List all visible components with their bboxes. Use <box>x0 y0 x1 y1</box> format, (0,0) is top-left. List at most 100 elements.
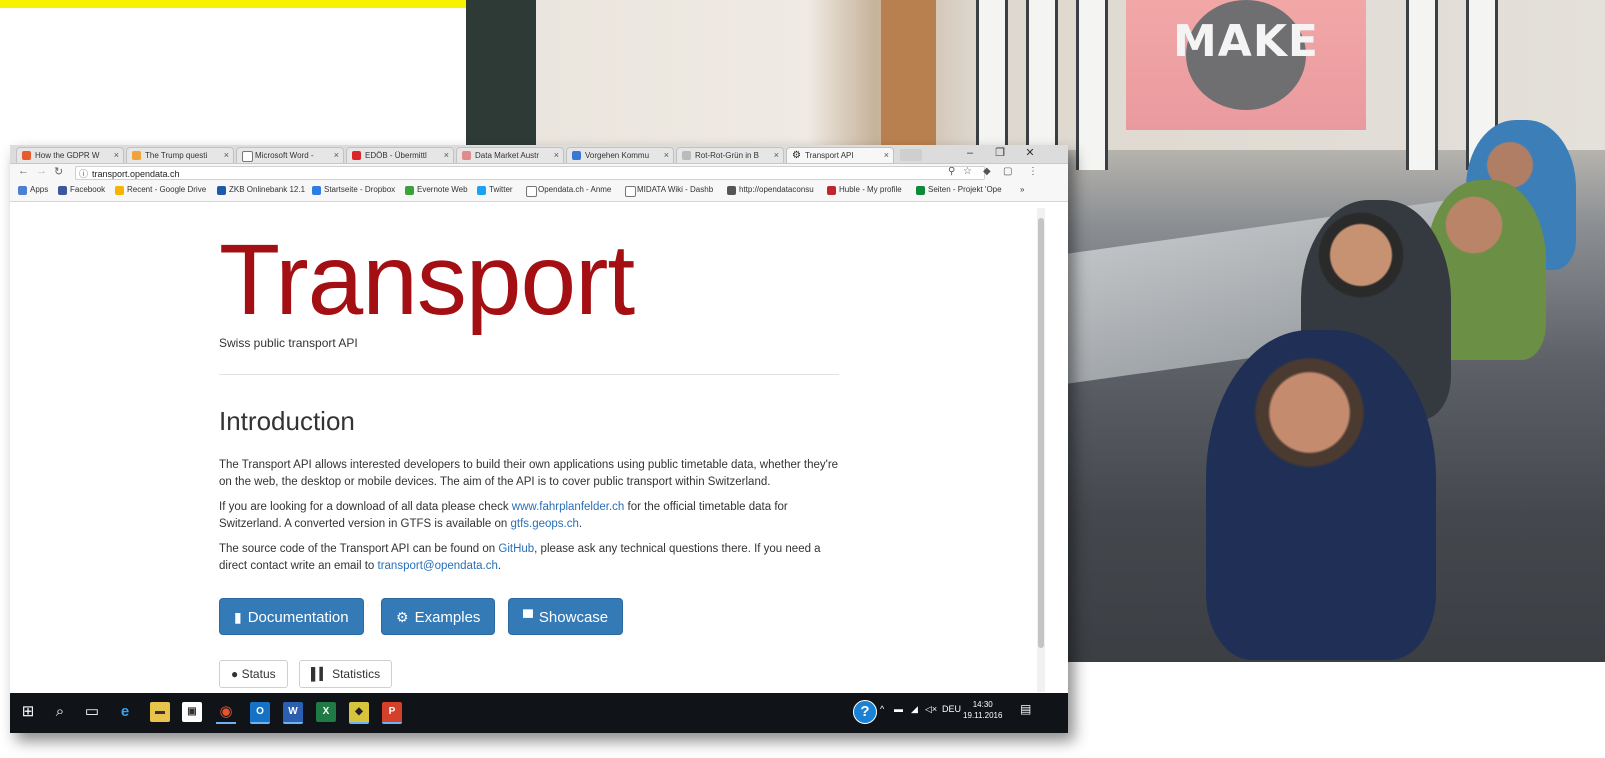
cast-icon[interactable]: ▢ <box>1003 166 1012 177</box>
address-bar[interactable]: ⓘ transport.opendata.ch <box>75 166 985 180</box>
powerpoint-icon[interactable]: P <box>382 702 402 724</box>
wifi-icon[interactable]: ◢ <box>911 704 918 715</box>
tab-favicon <box>22 151 31 160</box>
tab[interactable]: The Trump questi × <box>126 147 234 163</box>
bookmark-twitter[interactable]: Twitter <box>477 185 513 195</box>
close-icon[interactable]: × <box>444 148 449 163</box>
tab[interactable]: Data Market Austr × <box>456 147 564 163</box>
taskbar: ⊞ ⌕ ▭ e ▬ ▣ ◉ O W X ◆ P ? ^ ▬ ◢ ◁× DEU 1… <box>10 693 1068 733</box>
photo-window <box>1406 0 1438 170</box>
new-tab-button[interactable] <box>900 149 922 161</box>
word-icon[interactable]: W <box>283 702 303 724</box>
search-icon[interactable]: ⌕ <box>50 702 70 722</box>
reload-icon[interactable]: ↻ <box>54 165 63 178</box>
volume-icon[interactable]: ◁× <box>925 704 937 715</box>
button-label: Status <box>241 667 276 681</box>
bookmark-label: Opendata.ch - Anme <box>538 185 612 194</box>
scrollbar[interactable] <box>1037 208 1045 692</box>
tab-label: Microsoft Word - <box>255 151 314 160</box>
url-text: transport.opendata.ch <box>92 169 180 179</box>
tab[interactable]: EDÖB - Übermittl × <box>346 147 454 163</box>
email-link[interactable]: transport@opendata.ch <box>378 560 498 572</box>
file-explorer-icon[interactable]: ▬ <box>150 702 170 722</box>
bar-chart-icon: ▌▍ <box>311 667 333 681</box>
scrollbar-thumb[interactable] <box>1038 218 1044 648</box>
evernote-icon <box>405 186 414 195</box>
documentation-button[interactable]: ▮ Documentation <box>219 598 364 635</box>
bookmark-evernote[interactable]: Evernote Web <box>405 185 468 195</box>
divider <box>219 374 839 375</box>
gtfs-link[interactable]: gtfs.geops.ch <box>510 518 578 530</box>
bookmark-label: ZKB Onlinebank 12.1 <box>229 185 306 194</box>
button-label: Statistics <box>332 667 381 681</box>
maximize-button[interactable]: ❐ <box>985 145 1015 162</box>
forward-icon[interactable]: → <box>36 165 47 177</box>
close-icon[interactable]: × <box>774 148 779 163</box>
chrome-icon[interactable]: ◉ <box>216 702 236 724</box>
tab-transport-api[interactable]: ⚙ Transport API × <box>786 147 894 163</box>
close-icon[interactable]: × <box>114 148 119 163</box>
facebook-icon <box>58 186 67 195</box>
bookmark-zkb[interactable]: ZKB Onlinebank 12.1 <box>217 185 306 195</box>
clock[interactable]: 14:30 19.11.2016 <box>963 699 1002 721</box>
excel-icon[interactable]: X <box>316 702 336 722</box>
bookmark-apps[interactable]: Apps <box>18 185 48 195</box>
more-bookmarks-icon[interactable]: » <box>1020 185 1024 194</box>
help-icon[interactable]: ? <box>853 700 877 724</box>
input-language[interactable]: DEU <box>942 704 961 714</box>
tab-favicon <box>132 151 141 160</box>
lock-icon <box>727 186 736 195</box>
bookmark-label: Recent - Google Drive <box>127 185 207 194</box>
tab[interactable]: Rot-Rot-Grün in B × <box>676 147 784 163</box>
star-icon[interactable]: ☆ <box>963 166 972 177</box>
page-icon <box>625 186 636 197</box>
bookmark-opendataconsult[interactable]: http://opendataconsu <box>727 185 814 195</box>
fahrplanfelder-link[interactable]: www.fahrplanfelder.ch <box>512 501 625 513</box>
tab[interactable]: How the GDPR W × <box>16 147 124 163</box>
photo-make-logo: MAKE <box>1173 16 1319 67</box>
bookmark-google-drive[interactable]: Recent - Google Drive <box>115 185 207 195</box>
chevron-up-icon[interactable]: ^ <box>880 704 884 714</box>
back-icon[interactable]: ← <box>18 165 29 177</box>
edge-icon[interactable]: e <box>115 702 135 722</box>
close-window-button[interactable]: ✕ <box>1015 145 1045 162</box>
gear-icon: ⚙ <box>792 150 801 161</box>
close-icon[interactable]: × <box>884 148 889 163</box>
menu-icon[interactable]: ⋮ <box>1028 166 1038 177</box>
bookmark-midata[interactable]: MIDATA Wiki - Dashb <box>625 185 713 197</box>
close-icon[interactable]: × <box>664 148 669 163</box>
bookmark-opendata[interactable]: Opendata.ch - Anme <box>526 185 612 197</box>
drive-icon <box>115 186 124 195</box>
store-icon[interactable]: ▣ <box>182 702 202 722</box>
bookmark-dropbox[interactable]: Startseite - Dropbox <box>312 185 395 195</box>
zoom-icon[interactable]: ⚲ <box>948 166 955 177</box>
showcase-button[interactable]: ▀ Showcase <box>508 598 624 635</box>
dropbox-icon <box>312 186 321 195</box>
bookmark-seiten[interactable]: Seiten - Projekt 'Ope <box>916 185 1002 195</box>
close-icon[interactable]: × <box>334 148 339 163</box>
extension-icon[interactable]: ◆ <box>983 166 991 177</box>
statistics-button[interactable]: ▌▍ Statistics <box>299 660 393 688</box>
minimize-button[interactable]: – <box>955 145 985 162</box>
status-button[interactable]: ● Status <box>219 660 288 688</box>
bookmark-facebook[interactable]: Facebook <box>58 185 106 195</box>
clock-time: 14:30 <box>972 700 993 709</box>
bookmark-huble[interactable]: Huble - My profile <box>827 185 902 195</box>
examples-button[interactable]: ⚙ Examples <box>381 598 496 635</box>
tab-favicon <box>242 151 253 162</box>
task-view-icon[interactable]: ▭ <box>82 702 102 722</box>
outlook-icon[interactable]: O <box>250 702 270 724</box>
app-icon[interactable]: ◆ <box>349 702 369 724</box>
network-icon[interactable]: ▬ <box>894 704 903 714</box>
bookmarks-bar: Apps Facebook Recent - Google Drive ZKB … <box>10 182 1068 202</box>
tab[interactable]: Vorgehen Kommu × <box>566 147 674 163</box>
close-icon[interactable]: × <box>224 148 229 163</box>
notifications-icon[interactable]: ▤ <box>1020 702 1031 716</box>
bookmark-label: Facebook <box>70 185 106 194</box>
windows-start-icon[interactable]: ⊞ <box>18 702 38 722</box>
github-link[interactable]: GitHub <box>498 543 534 555</box>
tab[interactable]: Microsoft Word - × <box>236 147 344 163</box>
close-icon[interactable]: × <box>554 148 559 163</box>
tab-strip: How the GDPR W × The Trump questi × Micr… <box>10 145 1068 164</box>
bookmark-label: Twitter <box>489 185 513 194</box>
